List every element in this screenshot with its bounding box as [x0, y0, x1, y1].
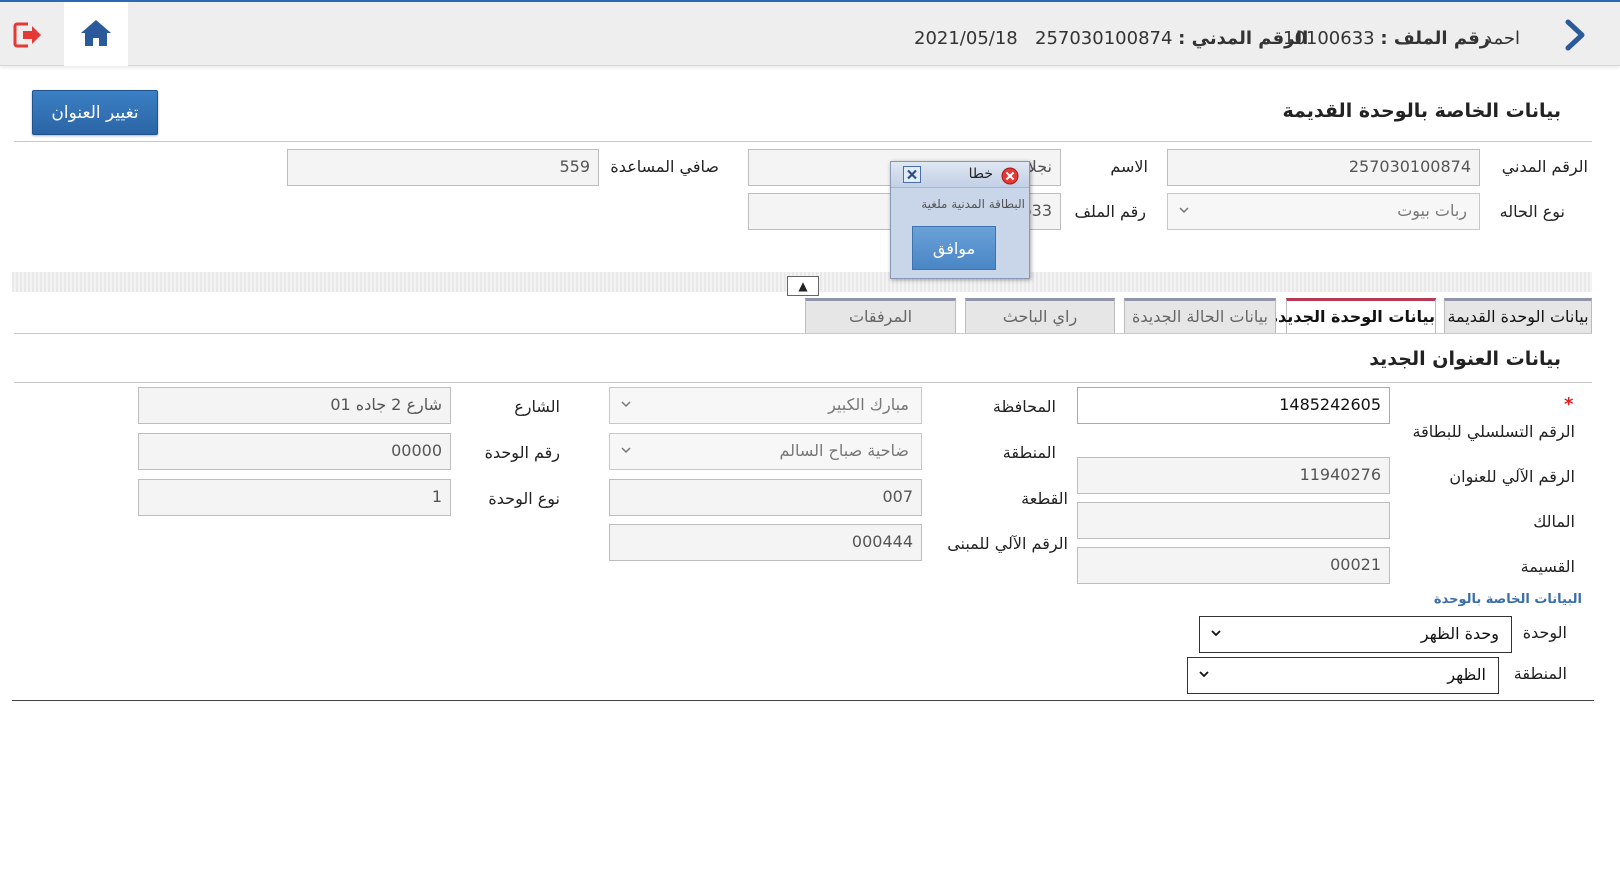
divider: [14, 382, 1592, 383]
name-label: الاسم: [1110, 157, 1148, 176]
civil-id-field[interactable]: 257030100874: [1167, 149, 1480, 186]
unit-select-value: وحدة الظهر: [1420, 624, 1499, 643]
tabs-baseline: [14, 333, 1592, 334]
collapse-toggle[interactable]: ▲: [787, 276, 819, 296]
building-no-field[interactable]: 000444: [609, 524, 922, 561]
area-select[interactable]: ضاحية صباح السالم: [609, 433, 922, 470]
unit-type-label: نوع الوحدة: [488, 489, 560, 508]
plot-field[interactable]: 00021: [1077, 547, 1390, 584]
unit-no-label: رقم الوحدة: [484, 443, 560, 462]
card-serial-input[interactable]: 1485242605: [1077, 387, 1390, 424]
auto-address-label: الرقم الآلي للعنوان: [1449, 467, 1575, 486]
owner-label: المالك: [1533, 512, 1575, 531]
block-field[interactable]: 007: [609, 479, 922, 516]
civil-id-label: الرقم المدني: [1501, 157, 1588, 176]
governorate-value: مبارك الكبير: [828, 395, 909, 414]
tab-new-unit[interactable]: بيانات الوحدة الجديدة: [1269, 298, 1436, 334]
unit-select[interactable]: وحدة الظهر: [1199, 616, 1512, 653]
case-type-select[interactable]: ربات بيوت: [1167, 193, 1480, 230]
block-label: القطعة: [1021, 489, 1068, 508]
old-unit-title: بيانات الخاصة بالوحدة القديمة: [1282, 100, 1561, 122]
ok-button[interactable]: موافق: [912, 226, 996, 270]
chevron-right-icon[interactable]: [1560, 18, 1590, 52]
chevron-down-icon: [621, 401, 631, 408]
header-date: 2021/05/18: [914, 28, 1018, 49]
dialog-message: البطاقة المدنية ملغية: [921, 197, 1025, 211]
home-icon: [81, 20, 111, 46]
header-civil-id-value: 257030100874: [1035, 28, 1173, 49]
header-file-no-value: 10100633: [1283, 28, 1375, 49]
case-type-value: ربات بيوت: [1397, 201, 1467, 220]
street-label: الشارع: [514, 397, 560, 416]
area-value: ضاحية صباح السالم: [779, 441, 909, 460]
plot-label: القسيمة: [1520, 557, 1575, 576]
error-dialog: خطا البطاقة المدنية ملغية موافق: [890, 161, 1030, 279]
chevron-down-icon: [1199, 671, 1209, 678]
chevron-down-icon: [1211, 630, 1221, 637]
case-type-label: نوع الحاله: [1499, 202, 1565, 221]
governorate-label: المحافظة: [992, 397, 1056, 416]
error-icon: [1001, 167, 1019, 185]
divider: [14, 141, 1592, 142]
net-aid-label: صافي المساعدة: [610, 157, 719, 176]
owner-field[interactable]: [1077, 502, 1390, 539]
file-no-label: رقم الملف: [1074, 202, 1146, 221]
net-aid-field[interactable]: 559: [287, 149, 599, 186]
home-button[interactable]: [64, 2, 128, 66]
chevron-down-icon: [621, 447, 631, 454]
region-label: المنطقة: [1513, 664, 1567, 683]
dialog-title: خطا: [968, 166, 993, 182]
governorate-select[interactable]: مبارك الكبير: [609, 387, 922, 424]
header-user-name: احمد: [1484, 28, 1520, 49]
unit-label: الوحدة: [1522, 623, 1567, 642]
region-select-value: الظهر: [1447, 665, 1486, 684]
tab-new-case[interactable]: بيانات الحالة الجديدة: [1124, 298, 1276, 334]
top-bar: 2021/05/18 الرقم المدني : 257030100874 ر…: [0, 0, 1620, 66]
building-no-label: الرقم الآلي للمبنى: [947, 534, 1068, 553]
bottom-divider: [12, 700, 1594, 701]
tab-attachments[interactable]: المرفقات: [805, 298, 956, 334]
street-field[interactable]: شارع 2 جاده 01: [138, 387, 451, 424]
header-civil-id: الرقم المدني : 257030100874: [1035, 28, 1308, 49]
card-serial-label: الرقم التسلسلي للبطاقة: [1412, 422, 1575, 441]
auto-address-field[interactable]: 11940276: [1077, 457, 1390, 494]
header-file-no-label: رقم الملف :: [1380, 28, 1491, 49]
tab-researcher-opinion[interactable]: راي الباحث: [965, 298, 1115, 334]
logout-icon[interactable]: [12, 20, 44, 50]
tab-old-unit[interactable]: بيانات الوحدة القديمة: [1444, 298, 1592, 334]
new-address-title: بيانات العنوان الجديد: [1369, 348, 1561, 370]
area-label: المنطقة: [1002, 443, 1056, 462]
change-address-button[interactable]: تغيير العنوان: [32, 90, 158, 135]
required-mark: *: [1564, 394, 1574, 415]
unit-type-field[interactable]: 1: [138, 479, 451, 516]
unit-no-field[interactable]: 00000: [138, 433, 451, 470]
chevron-down-icon: [1179, 207, 1189, 214]
header-file-no: رقم الملف : 10100633: [1283, 28, 1490, 49]
dialog-header: خطا: [891, 162, 1029, 188]
unit-data-subhead: البيانات الخاصة بالوحدة: [1433, 592, 1582, 607]
region-select[interactable]: الظهر: [1187, 657, 1499, 694]
close-icon[interactable]: [903, 166, 921, 183]
